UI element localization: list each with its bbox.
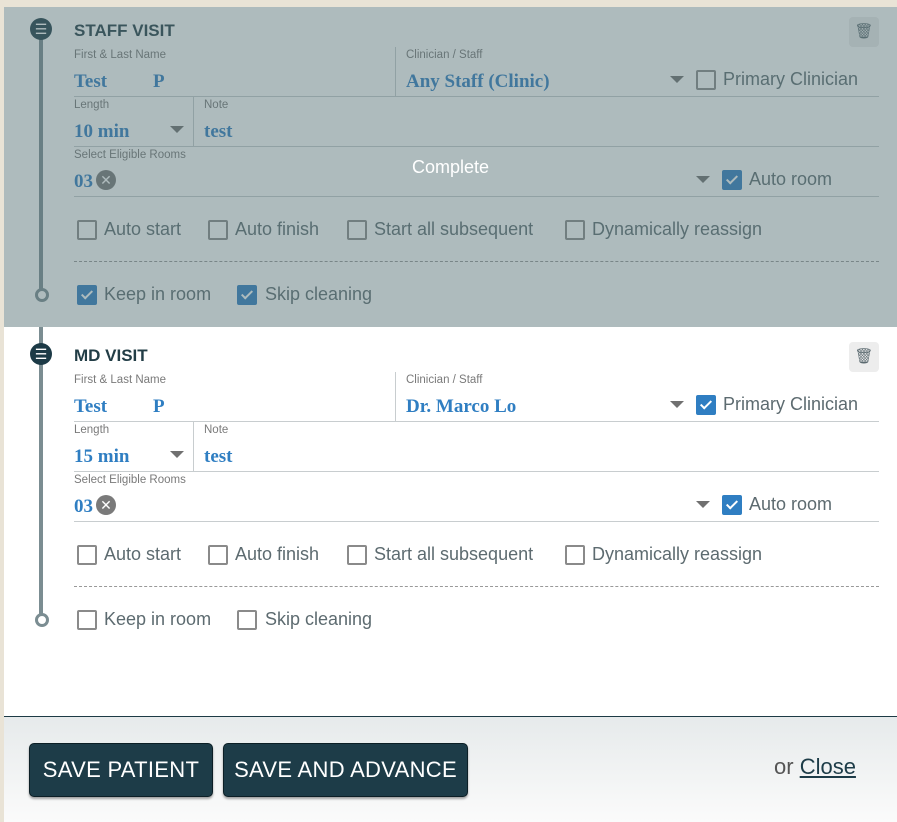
start-all-subsequent-label: Start all subsequent	[374, 544, 534, 564]
auto-room-label: Auto room	[749, 494, 833, 514]
auto-finish-checkbox[interactable]	[208, 545, 228, 565]
primary-clinician-label: Primary Clinician	[723, 394, 859, 414]
length-label: Length	[74, 424, 110, 436]
clinician-value: Dr. Marco Lo	[406, 396, 517, 417]
save-and-advance-button[interactable]: SAVE AND ADVANCE	[223, 743, 468, 797]
visit-panel: ☰ STAFF VISIT 🗑 First & Last Name Test P…	[4, 7, 897, 716]
close-link[interactable]: Close	[800, 754, 856, 779]
skip-cleaning-label: Skip cleaning	[265, 609, 373, 629]
auto-start-label: Auto start	[104, 544, 182, 564]
visit-title: MD VISIT	[74, 346, 148, 365]
remove-chip-icon[interactable]: ✕	[96, 495, 116, 515]
chevron-down-icon	[170, 451, 184, 458]
auto-room-checkbox[interactable]	[722, 495, 742, 515]
close-area: or Close	[774, 754, 856, 780]
footer-bar: SAVE PATIENT SAVE AND ADVANCE or Close	[4, 716, 897, 822]
visit-card-staff: ☰ STAFF VISIT 🗑 First & Last Name Test P…	[4, 7, 897, 327]
timeline-line	[39, 327, 43, 620]
divider	[74, 586, 879, 587]
primary-clinician-checkbox[interactable]	[696, 395, 716, 415]
auto-room-field: Auto room	[719, 472, 879, 522]
start-all-subsequent-checkbox[interactable]	[347, 545, 367, 565]
auto-start-checkbox[interactable]	[77, 545, 97, 565]
skip-cleaning-checkbox[interactable]	[237, 610, 257, 630]
clinician-label: Clinician / Staff	[406, 374, 483, 386]
rooms-select[interactable]: Select Eligible Rooms 03 ✕	[74, 472, 719, 522]
note-field[interactable]: Note test	[194, 422, 879, 472]
or-text: or	[774, 754, 794, 779]
dynamically-reassign-checkbox[interactable]	[565, 545, 585, 565]
keep-in-room-checkbox[interactable]	[77, 610, 97, 630]
chevron-down-icon	[670, 401, 684, 408]
save-patient-button[interactable]: SAVE PATIENT	[29, 743, 213, 797]
name-label: First & Last Name	[74, 374, 167, 386]
visit-card-md: ☰ MD VISIT 🗑 First & Last Name Test P Cl…	[4, 327, 897, 716]
dynamically-reassign-label: Dynamically reassign	[592, 544, 763, 564]
trash-icon[interactable]: 🗑	[849, 342, 879, 372]
note-value: test	[204, 446, 233, 467]
auto-finish-label: Auto finish	[235, 544, 320, 564]
primary-clinician-field: Primary Clinician	[686, 372, 879, 422]
status-complete: Complete	[411, 157, 490, 177]
note-label: Note	[204, 424, 229, 436]
room-chip: 03	[74, 496, 93, 517]
last-name-value: P	[153, 396, 165, 417]
timeline-end-node	[35, 613, 49, 627]
length-value: 15 min	[74, 446, 130, 467]
rooms-label: Select Eligible Rooms	[74, 474, 186, 486]
name-field[interactable]: First & Last Name Test P	[74, 372, 396, 422]
length-select[interactable]: Length 15 min	[74, 422, 194, 472]
chevron-down-icon	[696, 501, 710, 508]
first-name-value: Test	[74, 396, 108, 417]
keep-in-room-label: Keep in room	[104, 609, 212, 629]
drag-handle-icon[interactable]: ☰	[30, 343, 52, 365]
clinician-select[interactable]: Clinician / Staff Dr. Marco Lo	[396, 372, 686, 422]
